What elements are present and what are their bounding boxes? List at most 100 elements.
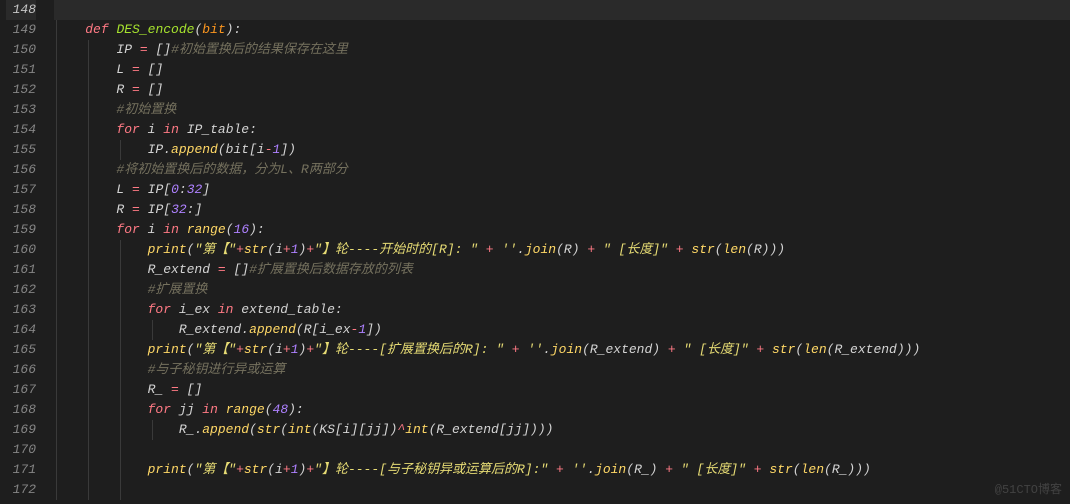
token-name: jj bbox=[179, 402, 195, 417]
code-line[interactable]: IP = []#初始置换后的结果保存在这里 bbox=[54, 40, 1070, 60]
token-call: len bbox=[803, 342, 826, 357]
code-line[interactable]: print("第【"+str(i+1)+"】轮----开始时的[R]: " + … bbox=[54, 240, 1070, 260]
token-op: + bbox=[236, 342, 244, 357]
token-num: 48 bbox=[273, 402, 289, 417]
code-line[interactable]: print("第【"+str(i+1)+"】轮----[与子秘钥异或运算后的R]… bbox=[54, 460, 1070, 480]
token-str: "】轮----开始时的[R]: " bbox=[314, 242, 478, 257]
line-number: 160 bbox=[6, 240, 36, 260]
token-name: R_extend bbox=[148, 262, 218, 277]
token-call: str bbox=[244, 342, 267, 357]
token-br: ( bbox=[824, 462, 832, 477]
token-name: jj bbox=[507, 422, 523, 437]
token-sp bbox=[504, 342, 512, 357]
indent-guide bbox=[56, 180, 57, 200]
indent-guide bbox=[88, 460, 89, 480]
line-number: 164 bbox=[6, 320, 36, 340]
token-kw: for bbox=[148, 402, 171, 417]
token-br: : bbox=[179, 182, 187, 197]
token-br: [] bbox=[233, 262, 249, 277]
token-kw: for bbox=[116, 222, 139, 237]
code-line[interactable]: #与子秘钥进行异或运算 bbox=[54, 360, 1070, 380]
code-editor[interactable]: 1481491501511521531541551561571581591601… bbox=[0, 0, 1070, 504]
token-name bbox=[140, 82, 148, 97]
code-line[interactable]: print("第【"+str(i+1)+"】轮----[扩展置换后的R]: " … bbox=[54, 340, 1070, 360]
token-kw: def bbox=[85, 22, 108, 37]
code-line[interactable]: L = [] bbox=[54, 60, 1070, 80]
token-sp bbox=[746, 462, 754, 477]
token-op: + bbox=[283, 462, 291, 477]
indent-guide bbox=[88, 120, 89, 140]
token-sp bbox=[171, 302, 179, 317]
code-line[interactable]: R = IP[32:] bbox=[54, 200, 1070, 220]
line-number: 170 bbox=[6, 440, 36, 460]
code-line[interactable] bbox=[54, 480, 1070, 500]
indent-guide bbox=[88, 280, 89, 300]
indent-guide bbox=[56, 160, 57, 180]
code-line[interactable]: for jj in range(48): bbox=[54, 400, 1070, 420]
token-br: : bbox=[335, 302, 343, 317]
code-line[interactable]: #扩展置换 bbox=[54, 280, 1070, 300]
indent bbox=[54, 82, 116, 97]
token-op: = bbox=[132, 182, 140, 197]
token-str: " [长度]" bbox=[681, 462, 746, 477]
token-name: R bbox=[116, 202, 132, 217]
token-br: ))) bbox=[762, 242, 785, 257]
token-sp bbox=[179, 122, 187, 137]
indent-guide bbox=[88, 480, 89, 500]
token-name: R bbox=[564, 242, 572, 257]
code-line[interactable]: IP.append(bit[i-1]) bbox=[54, 140, 1070, 160]
token-br: [] bbox=[155, 42, 171, 57]
token-sp bbox=[660, 342, 668, 357]
token-br: [ bbox=[163, 202, 171, 217]
token-name: i bbox=[275, 462, 283, 477]
token-op: + bbox=[486, 242, 494, 257]
token-op: + bbox=[283, 342, 291, 357]
token-str: '' bbox=[501, 242, 517, 257]
token-cmt: #将初始置换后的数据，分为L、R两部分 bbox=[116, 162, 347, 177]
token-call: str bbox=[772, 342, 795, 357]
code-line[interactable]: for i_ex in extend_table: bbox=[54, 300, 1070, 320]
token-name: IP bbox=[140, 202, 163, 217]
token-op: = bbox=[218, 262, 226, 277]
code-line[interactable]: R_extend.append(R[i_ex-1]) bbox=[54, 320, 1070, 340]
indent bbox=[54, 482, 148, 497]
token-param: bit bbox=[202, 22, 225, 37]
token-br: ]) bbox=[280, 142, 296, 157]
token-str: "第【" bbox=[194, 342, 236, 357]
code-line[interactable]: R_.append(str(int(KS[i][jj])^int(R_exten… bbox=[54, 420, 1070, 440]
code-line[interactable]: R = [] bbox=[54, 80, 1070, 100]
token-call: join bbox=[525, 242, 556, 257]
code-line[interactable]: L = IP[0:32] bbox=[54, 180, 1070, 200]
indent-guide bbox=[88, 240, 89, 260]
token-kw: in bbox=[163, 222, 179, 237]
code-line[interactable] bbox=[54, 0, 1070, 20]
token-kw: in bbox=[218, 302, 234, 317]
indent bbox=[54, 362, 148, 377]
indent-guide bbox=[120, 240, 121, 260]
indent-guide bbox=[120, 400, 121, 420]
token-br: [] bbox=[148, 82, 164, 97]
token-kw: in bbox=[202, 402, 218, 417]
code-line[interactable]: #初始置换 bbox=[54, 100, 1070, 120]
code-line[interactable]: R_ = [] bbox=[54, 380, 1070, 400]
token-br: ( bbox=[556, 242, 564, 257]
code-area[interactable]: def DES_encode(bit): IP = []#初始置换后的结果保存在… bbox=[46, 0, 1070, 504]
indent-guide bbox=[56, 240, 57, 260]
code-line[interactable]: #将初始置换后的数据，分为L、R两部分 bbox=[54, 160, 1070, 180]
indent-guide bbox=[120, 360, 121, 380]
indent bbox=[54, 382, 148, 397]
token-sp bbox=[668, 242, 676, 257]
token-name bbox=[179, 382, 187, 397]
token-cmt: #初始置换 bbox=[116, 102, 176, 117]
indent bbox=[54, 302, 148, 317]
code-line[interactable]: for i in IP_table: bbox=[54, 120, 1070, 140]
token-cmt: #与子秘钥进行异或运算 bbox=[148, 362, 286, 377]
code-line[interactable]: def DES_encode(bit): bbox=[54, 20, 1070, 40]
indent-guide bbox=[88, 360, 89, 380]
code-line[interactable]: for i in range(16): bbox=[54, 220, 1070, 240]
code-line[interactable] bbox=[54, 440, 1070, 460]
line-number: 151 bbox=[6, 60, 36, 80]
code-line[interactable]: R_extend = []#扩展置换后数据存放的列表 bbox=[54, 260, 1070, 280]
indent bbox=[54, 22, 85, 37]
token-call: print bbox=[148, 242, 187, 257]
